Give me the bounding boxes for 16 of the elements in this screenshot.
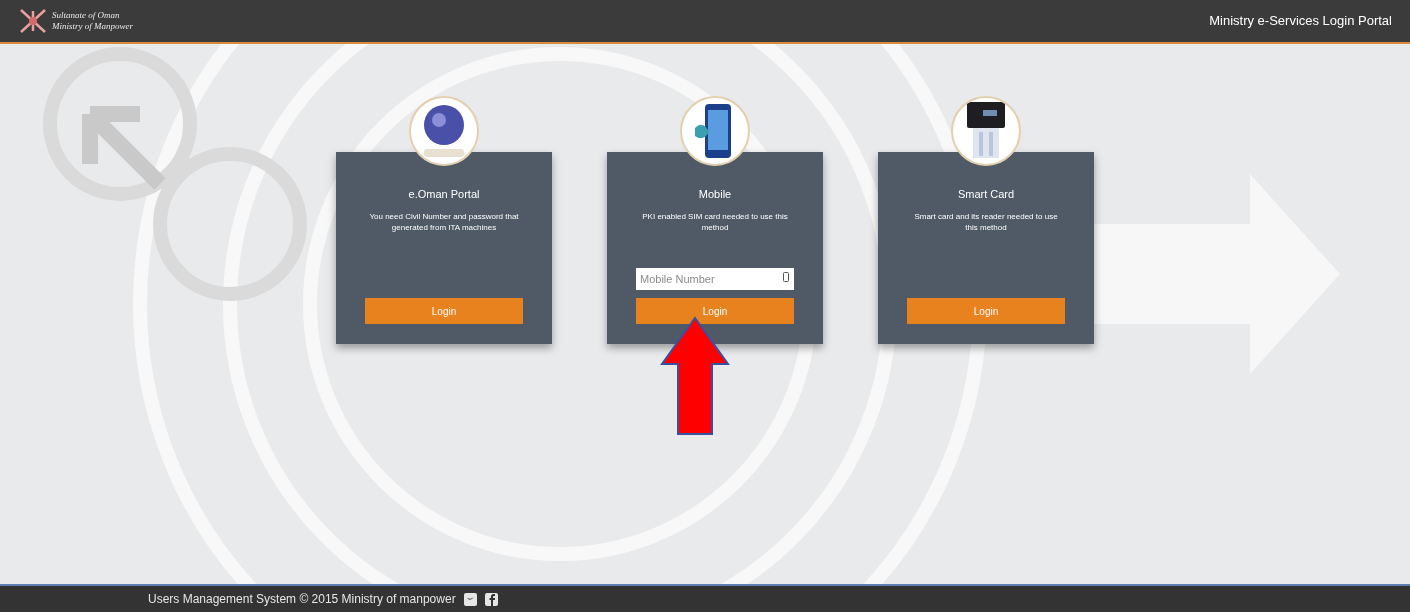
login-button[interactable]: Login bbox=[907, 298, 1065, 324]
login-button[interactable]: Login bbox=[365, 298, 523, 324]
card-description: You need Civil Number and password that generated from ITA machines bbox=[368, 210, 520, 233]
footer-text: Users Management System © 2015 Ministry of manpower bbox=[148, 591, 456, 608]
facebook-icon[interactable] bbox=[484, 592, 498, 606]
card-description: PKI enabled SIM card needed to use this method bbox=[641, 210, 789, 233]
phone-icon bbox=[783, 272, 789, 282]
logo-text: Ministry of Manpower bbox=[52, 21, 133, 32]
portal-title: Ministry e-Services Login Portal bbox=[1209, 12, 1392, 31]
card-title: Mobile bbox=[698, 187, 732, 202]
mobile-number-field[interactable]: Mobile Number bbox=[636, 268, 794, 290]
logo-text: Sultanate of Oman bbox=[52, 10, 121, 21]
card-title: e.Oman Portal bbox=[408, 187, 480, 202]
card-description: Smart card and its reader needed to use this method bbox=[913, 210, 1059, 233]
card-title: Smart Card bbox=[957, 187, 1015, 202]
login-button[interactable]: Login bbox=[636, 298, 794, 324]
